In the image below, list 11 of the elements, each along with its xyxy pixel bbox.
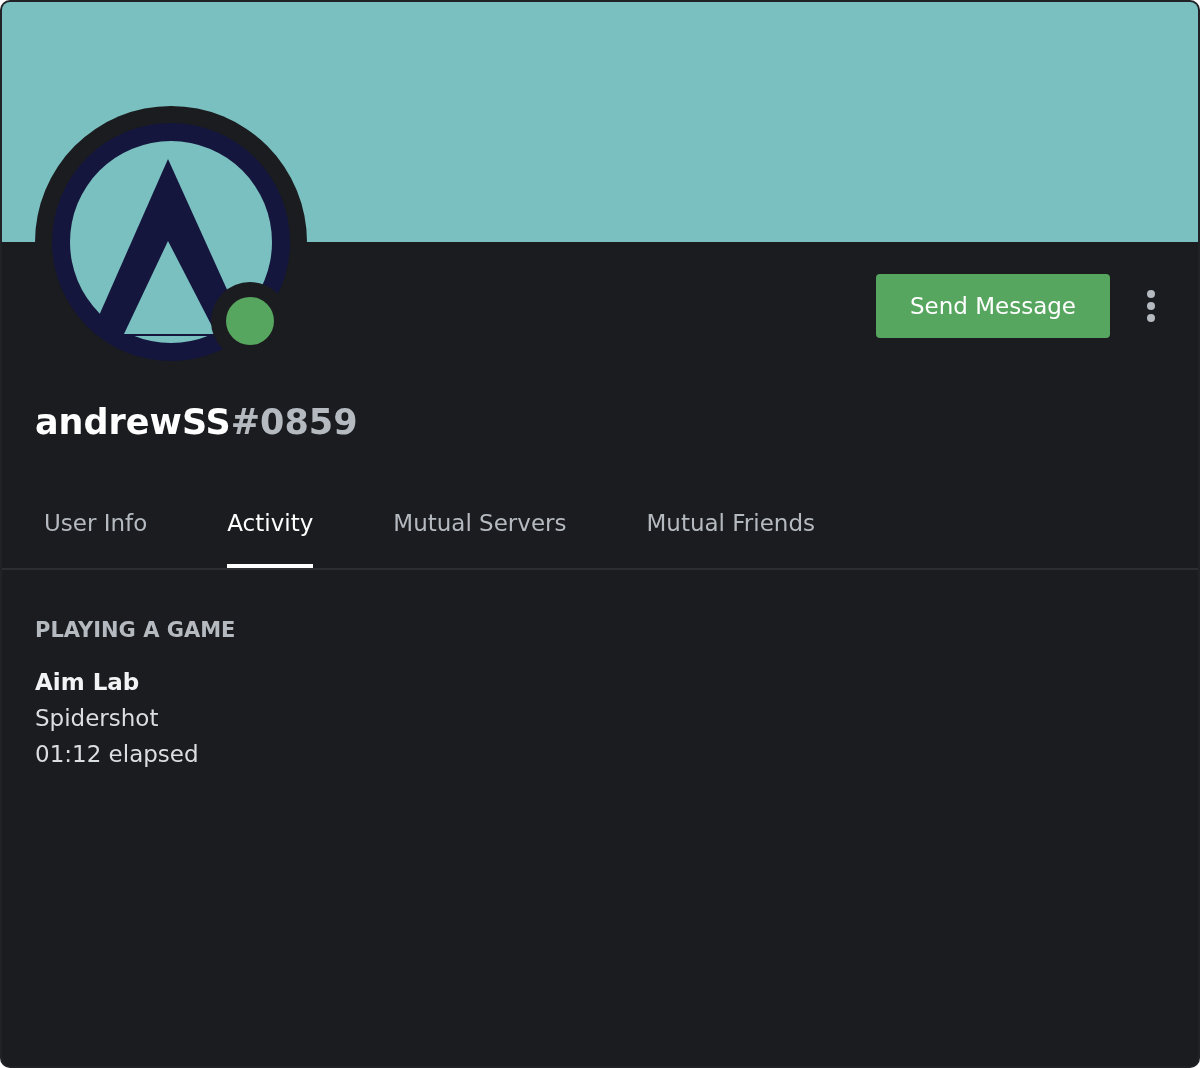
username: andrewSS	[35, 402, 231, 442]
profile-tab[interactable]: User Info	[44, 510, 148, 568]
elapsed-time: 01:12 elapsed	[35, 740, 200, 769]
profile-tab[interactable]: Mutual Friends	[646, 510, 816, 568]
profile-tab[interactable]: Activity	[227, 510, 314, 568]
section-heading: PLAYING A GAME	[35, 618, 237, 642]
profile-tab[interactable]: Mutual Servers	[393, 510, 567, 568]
game-title: Aim Lab	[35, 668, 141, 697]
user-tag: #0859	[230, 402, 358, 442]
more-options-icon[interactable]	[1146, 289, 1156, 323]
game-details: Spidershot	[35, 704, 160, 733]
